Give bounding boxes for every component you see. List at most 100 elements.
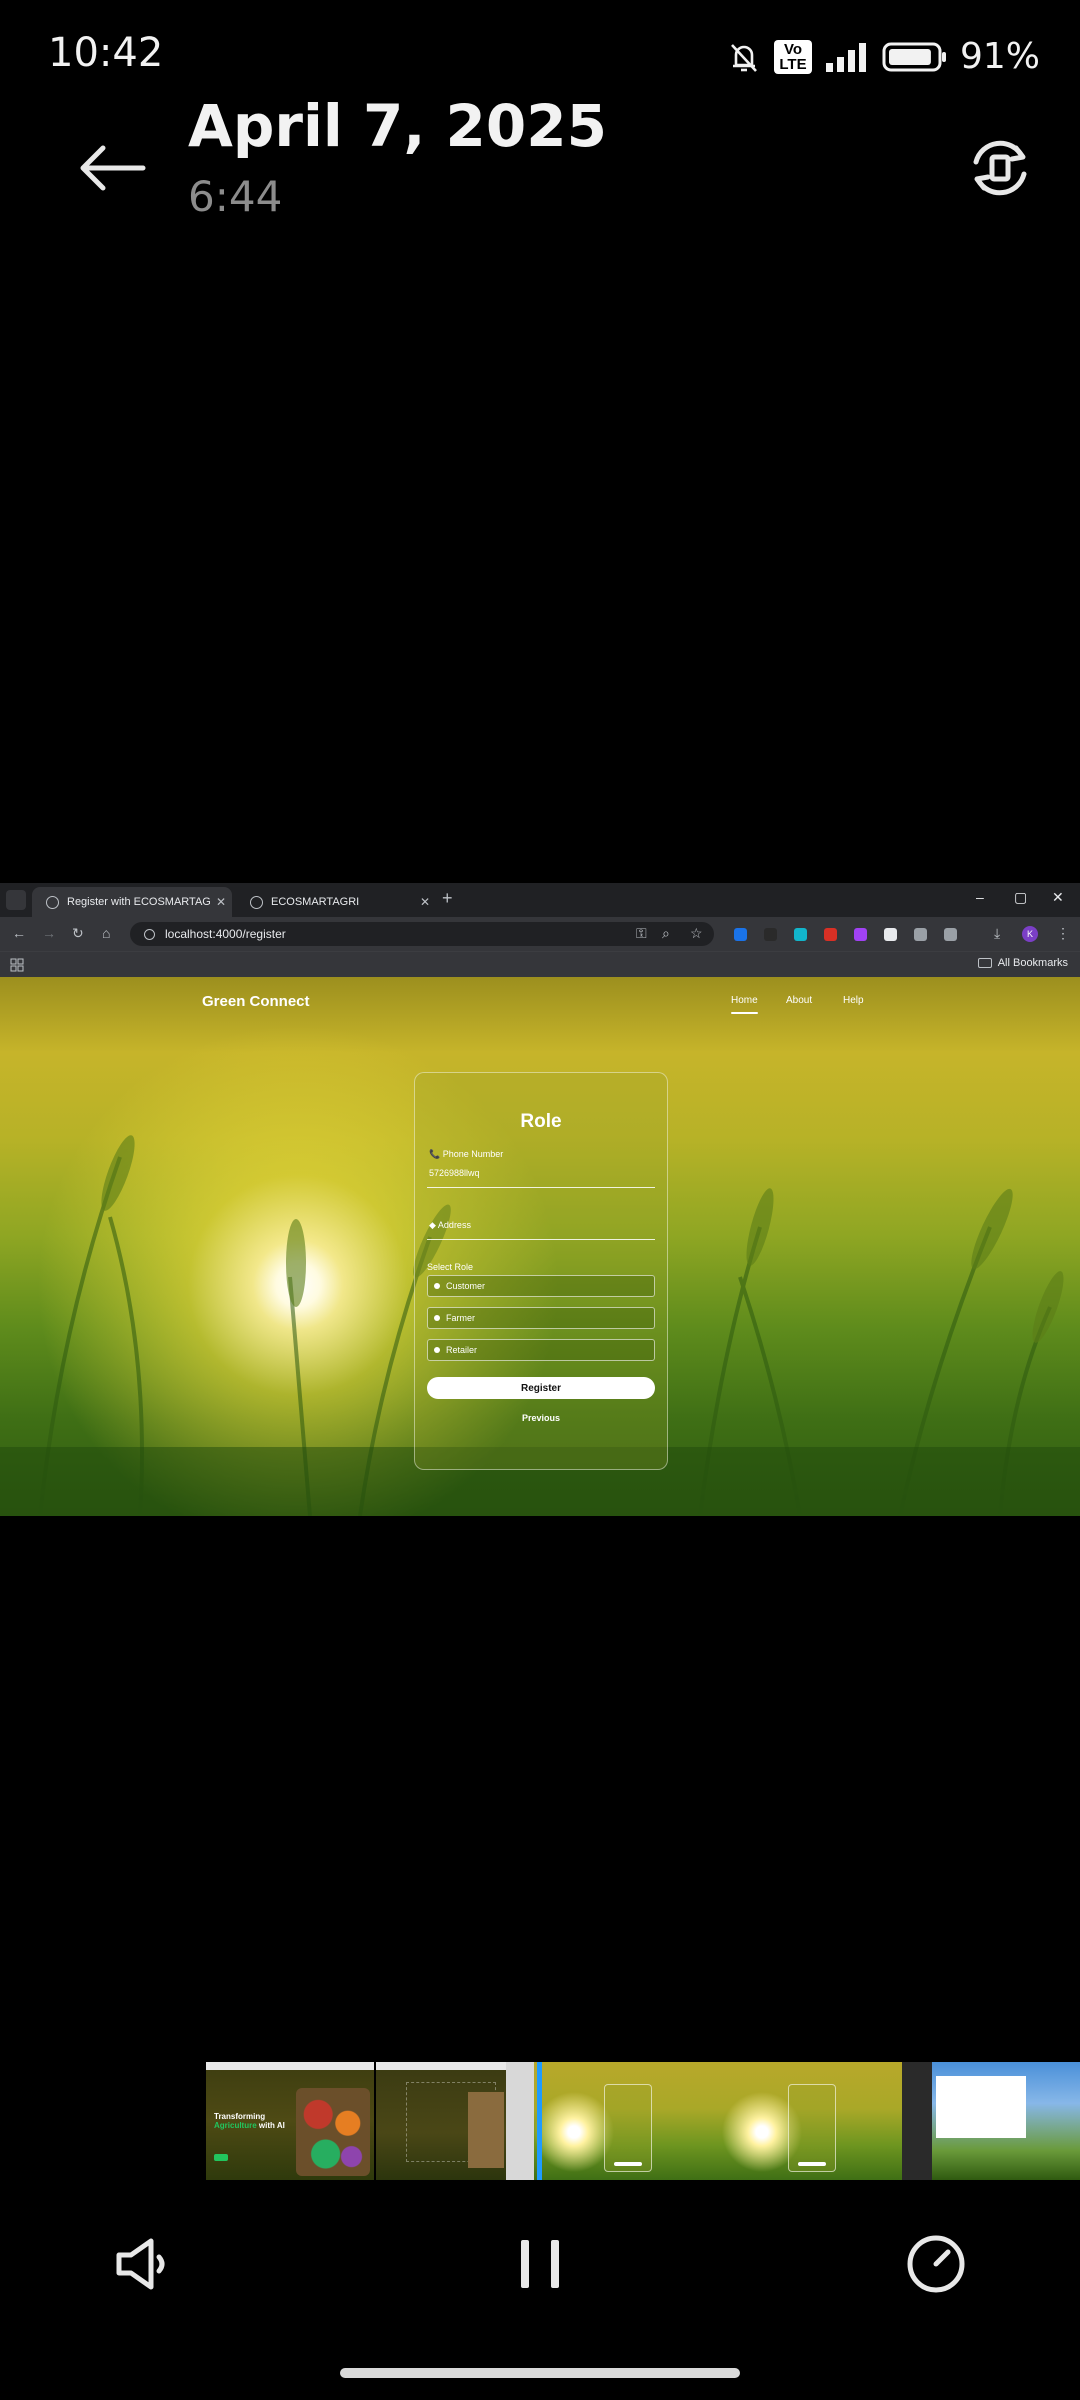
extension-icon-7[interactable] <box>914 928 927 941</box>
role-option-farmer[interactable]: Farmer <box>427 1307 655 1329</box>
site-logo[interactable]: Green Connect <box>202 993 310 1010</box>
nav-help[interactable]: Help <box>843 995 864 1006</box>
address-input[interactable]: ◆ Address <box>429 1220 471 1231</box>
thumbnail-button <box>614 2162 642 2166</box>
register-form-card: Role 📞 Phone Number 5726988llwq ◆ Addres… <box>414 1072 668 1470</box>
bell-muted-icon <box>731 43 757 72</box>
nav-home[interactable]: Home <box>731 995 758 1014</box>
timeline-thumbnail[interactable] <box>534 2062 722 2180</box>
globe-icon <box>250 895 263 909</box>
radio-icon <box>434 1347 440 1353</box>
video-frame[interactable]: Register with ECOSMARTAGRI ✕ ECOSMARTAGR… <box>0 883 1080 1516</box>
role-label: Retailer <box>446 1345 478 1355</box>
thumbnail-image <box>468 2092 504 2168</box>
timeline-thumbnail[interactable] <box>722 2062 902 2180</box>
timeline-thumbnail[interactable] <box>376 2062 534 2180</box>
globe-icon <box>46 895 59 909</box>
thumbnail-headline: Transforming Agriculture with AI <box>214 2112 304 2130</box>
thumbnail-form-card <box>604 2084 652 2172</box>
zoom-icon[interactable]: ⌕ <box>662 925 670 942</box>
previous-button[interactable]: Previous <box>415 1413 667 1423</box>
home-gesture-bar[interactable] <box>340 2368 740 2378</box>
profile-avatar[interactable]: K <box>1022 926 1038 942</box>
close-window-icon[interactable]: ✕ <box>1052 889 1064 906</box>
close-tab-icon[interactable]: ✕ <box>414 895 436 909</box>
extension-icon-5[interactable] <box>854 928 867 941</box>
extension-icon-4[interactable] <box>824 928 837 941</box>
forward-arrow-icon[interactable]: → <box>42 925 56 941</box>
volte-bottom: LTE <box>779 55 807 73</box>
apps-grid-icon[interactable] <box>10 958 24 972</box>
thumbnail-dialog <box>936 2076 1026 2138</box>
extensions-puzzle-icon[interactable] <box>944 928 957 941</box>
phone-input[interactable]: 5726988llwq <box>429 1168 480 1178</box>
browser-toolbar: ← → ↻ ⌂ localhost:4000/register ⚿ ⌕ ☆ ⤓ … <box>0 917 1080 951</box>
tab-ecosmartagri[interactable]: ECOSMARTAGRI ✕ <box>236 887 436 917</box>
address-underline <box>427 1239 655 1240</box>
role-label: Customer <box>446 1281 486 1291</box>
tab-label: Register with ECOSMARTAGRI <box>67 896 210 908</box>
phone-underline <box>427 1187 655 1188</box>
radio-icon <box>434 1315 440 1321</box>
volume-button[interactable] <box>102 2224 182 2304</box>
all-bookmarks-label: All Bookmarks <box>997 957 1068 969</box>
headline-part: Transforming <box>214 2112 266 2121</box>
home-icon[interactable]: ⌂ <box>102 925 110 941</box>
menu-kebab-icon[interactable]: ⋮ <box>1056 925 1070 942</box>
role-option-retailer[interactable]: Retailer <box>427 1339 655 1361</box>
pause-icon <box>521 2240 559 2288</box>
site-info-icon[interactable] <box>144 928 155 940</box>
radio-icon <box>434 1283 440 1289</box>
form-title: Role <box>520 1111 562 1132</box>
battery-icon <box>882 42 946 71</box>
register-button[interactable]: Register <box>427 1377 655 1399</box>
pause-button[interactable] <box>500 2224 580 2304</box>
extension-icon-6[interactable] <box>884 928 897 941</box>
tab-label: ECOSMARTAGRI <box>271 896 360 908</box>
timeline-thumbnail[interactable]: Transforming Agriculture with AI <box>206 2062 374 2180</box>
playback-speed-button[interactable] <box>896 2224 976 2304</box>
new-tab-icon[interactable]: + <box>442 888 453 909</box>
all-bookmarks-button[interactable]: All Bookmarks <box>977 957 1068 969</box>
status-icons: Vo LTE 91% <box>726 36 1040 77</box>
extension-icon-1[interactable] <box>734 928 747 941</box>
back-button[interactable] <box>72 132 152 204</box>
thumbnail-panel <box>506 2062 534 2180</box>
extension-icon-2[interactable] <box>764 928 777 941</box>
tab-register[interactable]: Register with ECOSMARTAGRI ✕ <box>32 887 232 917</box>
thumbnail-cta <box>214 2154 228 2161</box>
timeline-thumbnail[interactable] <box>902 2062 1080 2180</box>
password-key-icon[interactable]: ⚿ <box>636 925 647 942</box>
volte-badge: Vo LTE <box>773 39 812 74</box>
back-arrow-icon[interactable]: ← <box>12 925 26 941</box>
tab-search-button[interactable] <box>6 890 26 910</box>
extension-icon-3[interactable] <box>794 928 807 941</box>
minimize-icon[interactable]: – <box>976 889 984 905</box>
folder-icon <box>977 958 992 968</box>
bookmark-star-icon[interactable]: ☆ <box>690 925 703 942</box>
web-page: Green Connect Home About Help Role 📞 Pho… <box>0 977 1080 1516</box>
close-tab-icon[interactable]: ✕ <box>210 895 232 909</box>
nav-about[interactable]: About <box>786 995 812 1006</box>
recording-time: 6:44 <box>188 172 283 221</box>
status-time: 10:42 <box>48 30 164 76</box>
download-icon[interactable]: ⤓ <box>994 925 1000 942</box>
arrow-left-icon <box>80 145 146 191</box>
thumbnail-browser-chrome <box>206 2062 374 2070</box>
reload-icon[interactable]: ↻ <box>72 925 84 942</box>
vegetables-image <box>296 2088 370 2176</box>
video-timeline[interactable]: Transforming Agriculture with AI <box>206 2062 1080 2180</box>
volte-top: Vo <box>783 40 803 58</box>
role-label: Farmer <box>446 1313 475 1323</box>
speaker-icon <box>116 2238 165 2290</box>
select-role-label: Select Role <box>427 1262 474 1272</box>
role-option-customer[interactable]: Customer <box>427 1275 655 1297</box>
restore-icon[interactable]: ▢ <box>1014 889 1027 906</box>
phone-label: 📞 Phone Number <box>429 1149 504 1159</box>
address-bar[interactable]: localhost:4000/register <box>130 922 714 946</box>
timeline-playhead[interactable] <box>537 2062 542 2180</box>
rotate-screen-button[interactable] <box>964 132 1036 204</box>
url-text: localhost:4000/register <box>165 927 286 941</box>
battery-percent: 91% <box>959 36 1040 77</box>
headline-part: Agriculture <box>214 2121 257 2130</box>
